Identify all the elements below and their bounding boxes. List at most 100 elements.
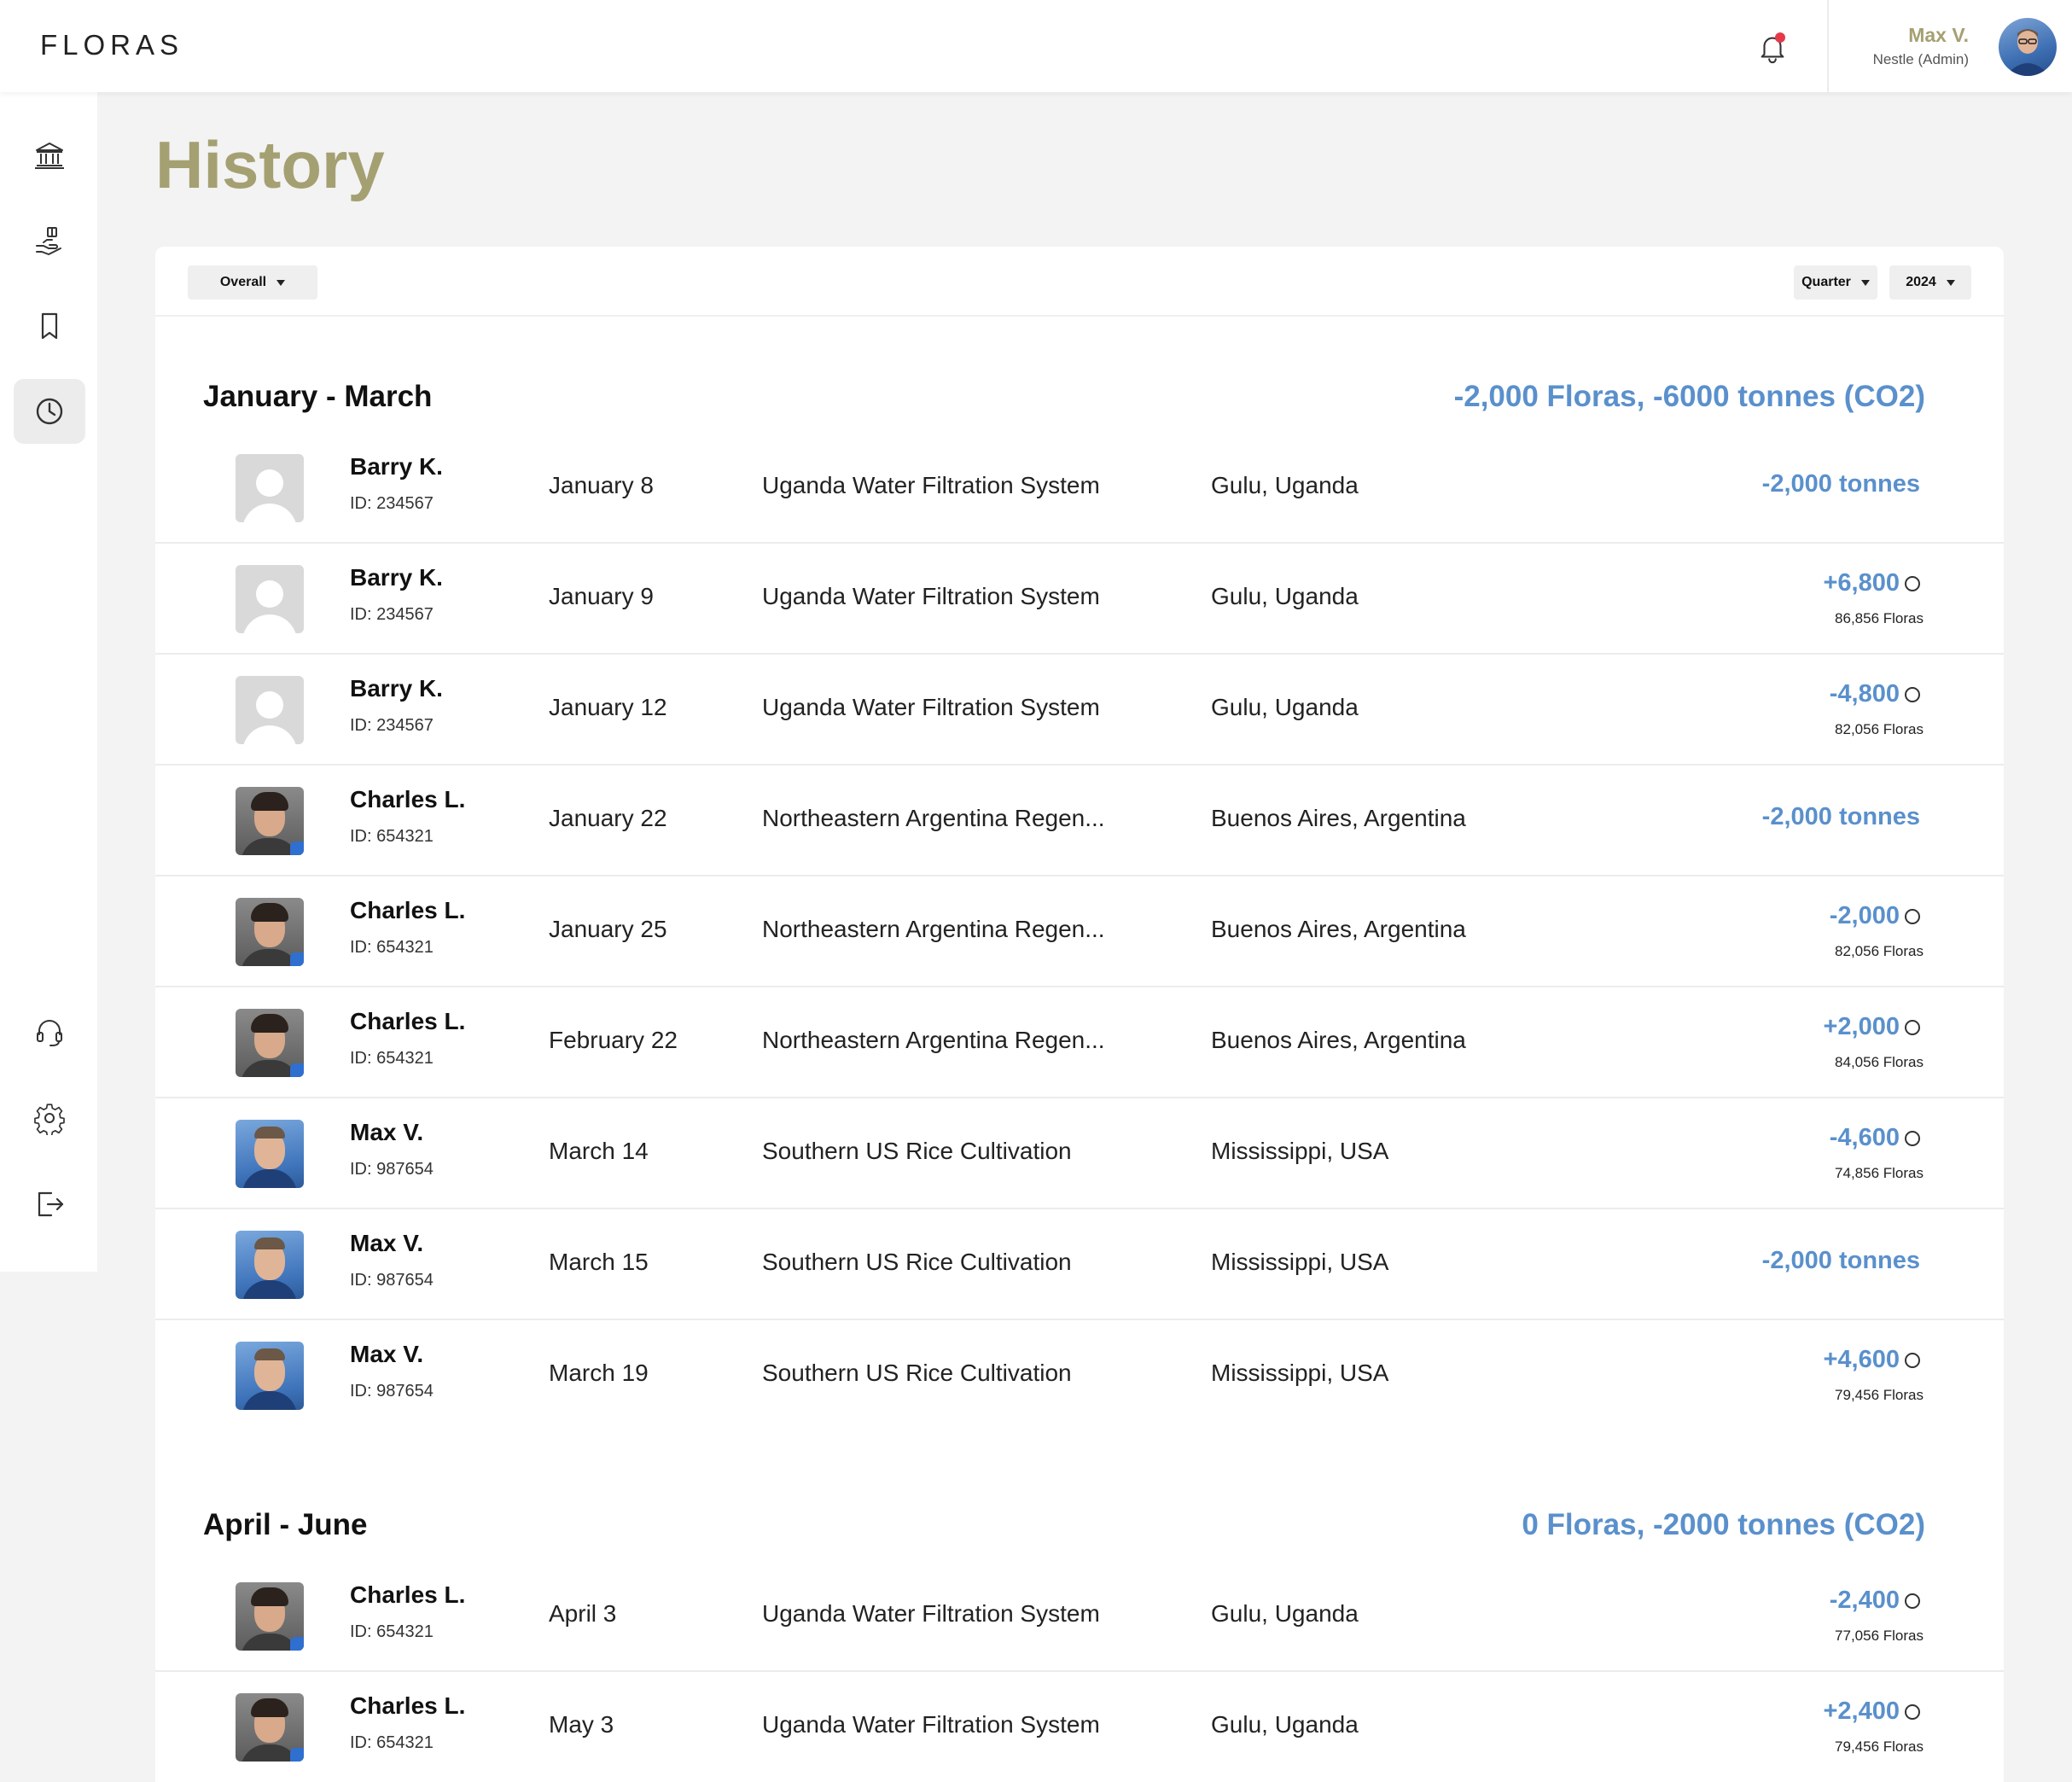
transaction-amount: -2,000 tonnes [1762, 1247, 1920, 1275]
project-name[interactable]: Uganda Water Filtration System [762, 1711, 1100, 1738]
notification-bell-icon[interactable] [1756, 31, 1789, 65]
chevron-down-icon [1860, 279, 1870, 286]
user-avatar [236, 565, 304, 633]
transaction-amount: +6,800 [1823, 569, 1920, 597]
table-row[interactable]: Charles L. ID: 654321 January 25 Northeaste… [155, 876, 2004, 987]
transaction-date: January 8 [549, 472, 654, 498]
project-name[interactable]: Uganda Water Filtration System [762, 1600, 1100, 1628]
project-name[interactable]: Northeastern Argentina Regen... [762, 916, 1105, 943]
transaction-amount: -4,800 [1830, 680, 1920, 708]
transaction-date: February 22 [549, 1027, 678, 1053]
user-id: ID: 654321 [350, 1622, 434, 1641]
app-logo[interactable]: FLORAS [40, 29, 183, 61]
project-name[interactable]: Uganda Water Filtration System [762, 472, 1100, 499]
flora-coin-icon [1905, 1593, 1920, 1609]
year-dropdown[interactable]: 2024 [1889, 265, 1971, 300]
project-name[interactable]: Southern US Rice Cultivation [762, 1138, 1072, 1165]
transaction-date: March 15 [549, 1249, 649, 1275]
user-name[interactable]: Barry K. [350, 564, 443, 591]
table-row[interactable]: Max V. ID: 987654 March 19 Southern US Rice… [155, 1320, 2004, 1431]
amount-value: -2,000 tonnes [1761, 470, 1920, 498]
user-avatar [236, 787, 304, 855]
transaction-amount: -2,000 tonnes [1762, 470, 1920, 498]
sidebar-item-settings[interactable] [14, 1086, 85, 1150]
user-avatar [236, 898, 304, 966]
project-location: Mississippi, USA [1211, 1138, 1389, 1164]
sidebar-item-donations[interactable] [14, 208, 85, 273]
project-name[interactable]: Uganda Water Filtration System [762, 583, 1100, 610]
section-title: January - March [203, 380, 433, 413]
sidebar-item-dashboard[interactable] [14, 123, 85, 188]
amount-value: -2,400 [1829, 1587, 1900, 1614]
user-name[interactable]: Max V. [350, 1341, 423, 1368]
avatar-head [256, 469, 283, 497]
top-bar: FLORAS Max V. Nestle (Admin) [0, 0, 2072, 92]
scope-dropdown[interactable]: Overall [188, 265, 317, 300]
period-dropdown[interactable]: Quarter [1794, 265, 1877, 300]
amount-value: -2,000 tonnes [1761, 1247, 1920, 1274]
project-name[interactable]: Southern US Rice Cultivation [762, 1360, 1072, 1387]
user-name[interactable]: Charles L. [350, 1008, 465, 1035]
project-location: Buenos Aires, Argentina [1211, 805, 1466, 831]
user-avatar [236, 454, 304, 522]
table-row[interactable]: Charles L. ID: 654321 May 3 Uganda Water Fi… [155, 1672, 2004, 1782]
verified-badge-icon [290, 1748, 304, 1762]
project-name[interactable]: Northeastern Argentina Regen... [762, 805, 1105, 832]
table-row[interactable]: Barry K. ID: 234567 January 9 Uganda Water … [155, 544, 2004, 655]
avatar-head [256, 580, 283, 608]
user-avatar [236, 1120, 304, 1188]
project-name[interactable]: Northeastern Argentina Regen... [762, 1027, 1105, 1054]
user-name[interactable]: Max V. [1908, 24, 1969, 47]
filter-bar: Overall Quarter 2024 [155, 247, 2004, 317]
table-row[interactable]: Charles L. ID: 654321 April 3 Uganda Water … [155, 1561, 2004, 1672]
user-id: ID: 234567 [350, 716, 434, 735]
project-location: Gulu, Uganda [1211, 583, 1359, 609]
user-name[interactable]: Charles L. [350, 1581, 465, 1609]
amount-value: -4,600 [1829, 1124, 1900, 1151]
avatar-hair [251, 1698, 288, 1717]
transaction-amount: -2,400 [1830, 1587, 1920, 1615]
user-avatar [236, 1342, 304, 1410]
user-avatar[interactable] [1999, 18, 2057, 76]
table-row[interactable]: Charles L. ID: 654321 January 22 Northeaste… [155, 766, 2004, 876]
table-row[interactable]: Max V. ID: 987654 March 14 Southern US Rice… [155, 1098, 2004, 1209]
transaction-amount: +4,600 [1823, 1346, 1920, 1374]
table-row[interactable]: Charles L. ID: 654321 February 22 Northeast… [155, 987, 2004, 1098]
transaction-date: January 9 [549, 583, 654, 609]
table-row[interactable]: Barry K. ID: 234567 January 12 Uganda Water… [155, 655, 2004, 766]
sidebar-item-support[interactable] [14, 1000, 85, 1065]
sidebar-item-saved[interactable] [14, 294, 85, 358]
project-name[interactable]: Uganda Water Filtration System [762, 694, 1100, 721]
amount-value: +2,400 [1823, 1698, 1900, 1725]
table-row[interactable]: Max V. ID: 987654 March 15 Southern US Rice… [155, 1209, 2004, 1320]
avatar-hair [251, 792, 288, 811]
user-id: ID: 654321 [350, 827, 434, 846]
flora-coin-icon [1905, 1703, 1920, 1720]
table-row[interactable]: Barry K. ID: 234567 January 8 Uganda Water … [155, 433, 2004, 544]
sidebar-item-logout[interactable] [14, 1171, 85, 1236]
year-dropdown-label: 2024 [1906, 275, 1936, 289]
flora-balance: 86,856 Floras [1835, 610, 1924, 626]
user-name[interactable]: Max V. [350, 1230, 423, 1257]
amount-value: -2,000 tonnes [1761, 803, 1920, 830]
user-avatar [236, 1693, 304, 1762]
user-name[interactable]: Charles L. [350, 786, 465, 813]
user-avatar [236, 1009, 304, 1077]
verified-badge-icon [290, 842, 304, 855]
flora-coin-icon [1905, 1130, 1920, 1146]
user-name[interactable]: Charles L. [350, 1692, 465, 1720]
flora-balance: 79,456 Floras [1835, 1738, 1924, 1755]
user-name[interactable]: Barry K. [350, 675, 443, 702]
flora-balance: 79,456 Floras [1835, 1387, 1924, 1403]
sidebar-item-history[interactable] [14, 379, 85, 444]
user-name[interactable]: Max V. [350, 1119, 423, 1146]
transaction-date: January 12 [549, 694, 667, 720]
chevron-down-icon [276, 279, 286, 286]
avatar-body [242, 725, 297, 744]
transaction-date: May 3 [549, 1711, 614, 1738]
avatar-body [242, 614, 297, 633]
project-name[interactable]: Southern US Rice Cultivation [762, 1249, 1072, 1276]
transaction-amount: -4,600 [1830, 1124, 1920, 1152]
user-name[interactable]: Barry K. [350, 453, 443, 480]
user-name[interactable]: Charles L. [350, 897, 465, 924]
